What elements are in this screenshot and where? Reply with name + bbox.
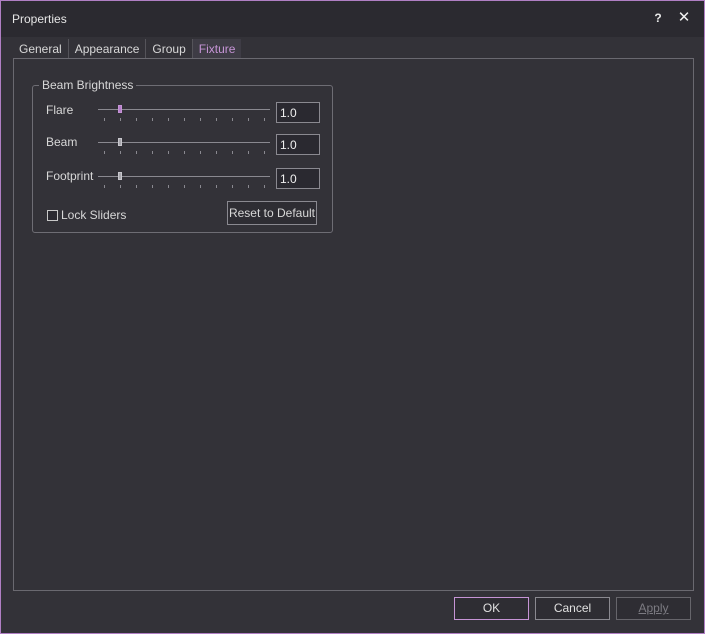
slider-tick xyxy=(104,185,105,188)
flare-label: Flare xyxy=(46,103,74,117)
slider-tick xyxy=(104,151,105,154)
slider-tick xyxy=(216,151,217,154)
slider-tick xyxy=(152,118,153,121)
slider-tick xyxy=(232,118,233,121)
slider-tick xyxy=(248,118,249,121)
cancel-button[interactable]: Cancel xyxy=(535,597,610,620)
lock-sliders-toggle[interactable]: Lock Sliders xyxy=(47,208,126,222)
slider-tick xyxy=(248,151,249,154)
fixture-panel: Beam Brightness Flare Beam Footprint xyxy=(13,58,694,591)
slider-tick xyxy=(184,118,185,121)
beam-brightness-legend: Beam Brightness xyxy=(39,78,137,92)
slider-track xyxy=(98,142,270,143)
slider-tick xyxy=(264,118,265,121)
slider-tick xyxy=(232,151,233,154)
footprint-label: Footprint xyxy=(46,169,94,183)
slider-tick xyxy=(152,151,153,154)
slider-track xyxy=(98,109,270,110)
slider-tick xyxy=(216,118,217,121)
slider-tick xyxy=(232,185,233,188)
title-bar[interactable]: Properties ? ✕ xyxy=(1,1,704,37)
lock-sliders-checkbox[interactable] xyxy=(47,209,58,221)
flare-slider[interactable] xyxy=(98,104,270,124)
slider-tick xyxy=(184,151,185,154)
beam-slider[interactable] xyxy=(98,137,270,157)
slider-tick xyxy=(136,118,137,121)
slider-tick xyxy=(136,185,137,188)
slider-tick xyxy=(168,185,169,188)
slider-tick xyxy=(120,185,121,188)
tab-group[interactable]: Group xyxy=(146,39,193,59)
slider-tick xyxy=(152,185,153,188)
slider-ticks xyxy=(98,185,270,189)
tab-fixture[interactable]: Fixture xyxy=(192,39,242,59)
reset-to-default-button[interactable]: Reset to Default xyxy=(227,201,317,225)
slider-tick xyxy=(200,151,201,154)
window-title: Properties xyxy=(12,12,67,26)
slider-tick xyxy=(168,118,169,121)
slider-tick xyxy=(200,185,201,188)
slider-tick xyxy=(136,151,137,154)
slider-thumb[interactable] xyxy=(118,172,122,180)
slider-tick xyxy=(104,118,105,121)
footprint-slider[interactable] xyxy=(98,171,270,191)
slider-thumb[interactable] xyxy=(118,105,122,113)
apply-button[interactable]: Apply xyxy=(616,597,691,620)
slider-tick xyxy=(184,185,185,188)
slider-tick xyxy=(248,185,249,188)
slider-track xyxy=(98,176,270,177)
beam-label: Beam xyxy=(46,135,78,149)
beam-brightness-group: Beam Brightness Flare Beam Footprint xyxy=(32,78,333,233)
slider-tick xyxy=(120,118,121,121)
tab-appearance[interactable]: Appearance xyxy=(69,39,147,59)
help-icon[interactable]: ? xyxy=(651,11,665,27)
slider-ticks xyxy=(98,118,270,122)
tab-bar: General Appearance Group Fixture xyxy=(13,39,242,59)
lock-sliders-label: Lock Sliders xyxy=(61,208,127,222)
slider-tick xyxy=(264,151,265,154)
properties-dialog: Properties ? ✕ General Appearance Group … xyxy=(0,0,705,634)
slider-tick xyxy=(168,151,169,154)
close-icon[interactable]: ✕ xyxy=(675,9,693,27)
beam-value-field[interactable] xyxy=(276,134,320,155)
slider-tick xyxy=(264,185,265,188)
slider-tick xyxy=(216,185,217,188)
slider-tick xyxy=(200,118,201,121)
footprint-value-field[interactable] xyxy=(276,168,320,189)
ok-button[interactable]: OK xyxy=(454,597,529,620)
slider-thumb[interactable] xyxy=(118,138,122,146)
flare-value-field[interactable] xyxy=(276,102,320,123)
slider-tick xyxy=(120,151,121,154)
slider-ticks xyxy=(98,151,270,155)
tab-general[interactable]: General xyxy=(13,39,69,59)
